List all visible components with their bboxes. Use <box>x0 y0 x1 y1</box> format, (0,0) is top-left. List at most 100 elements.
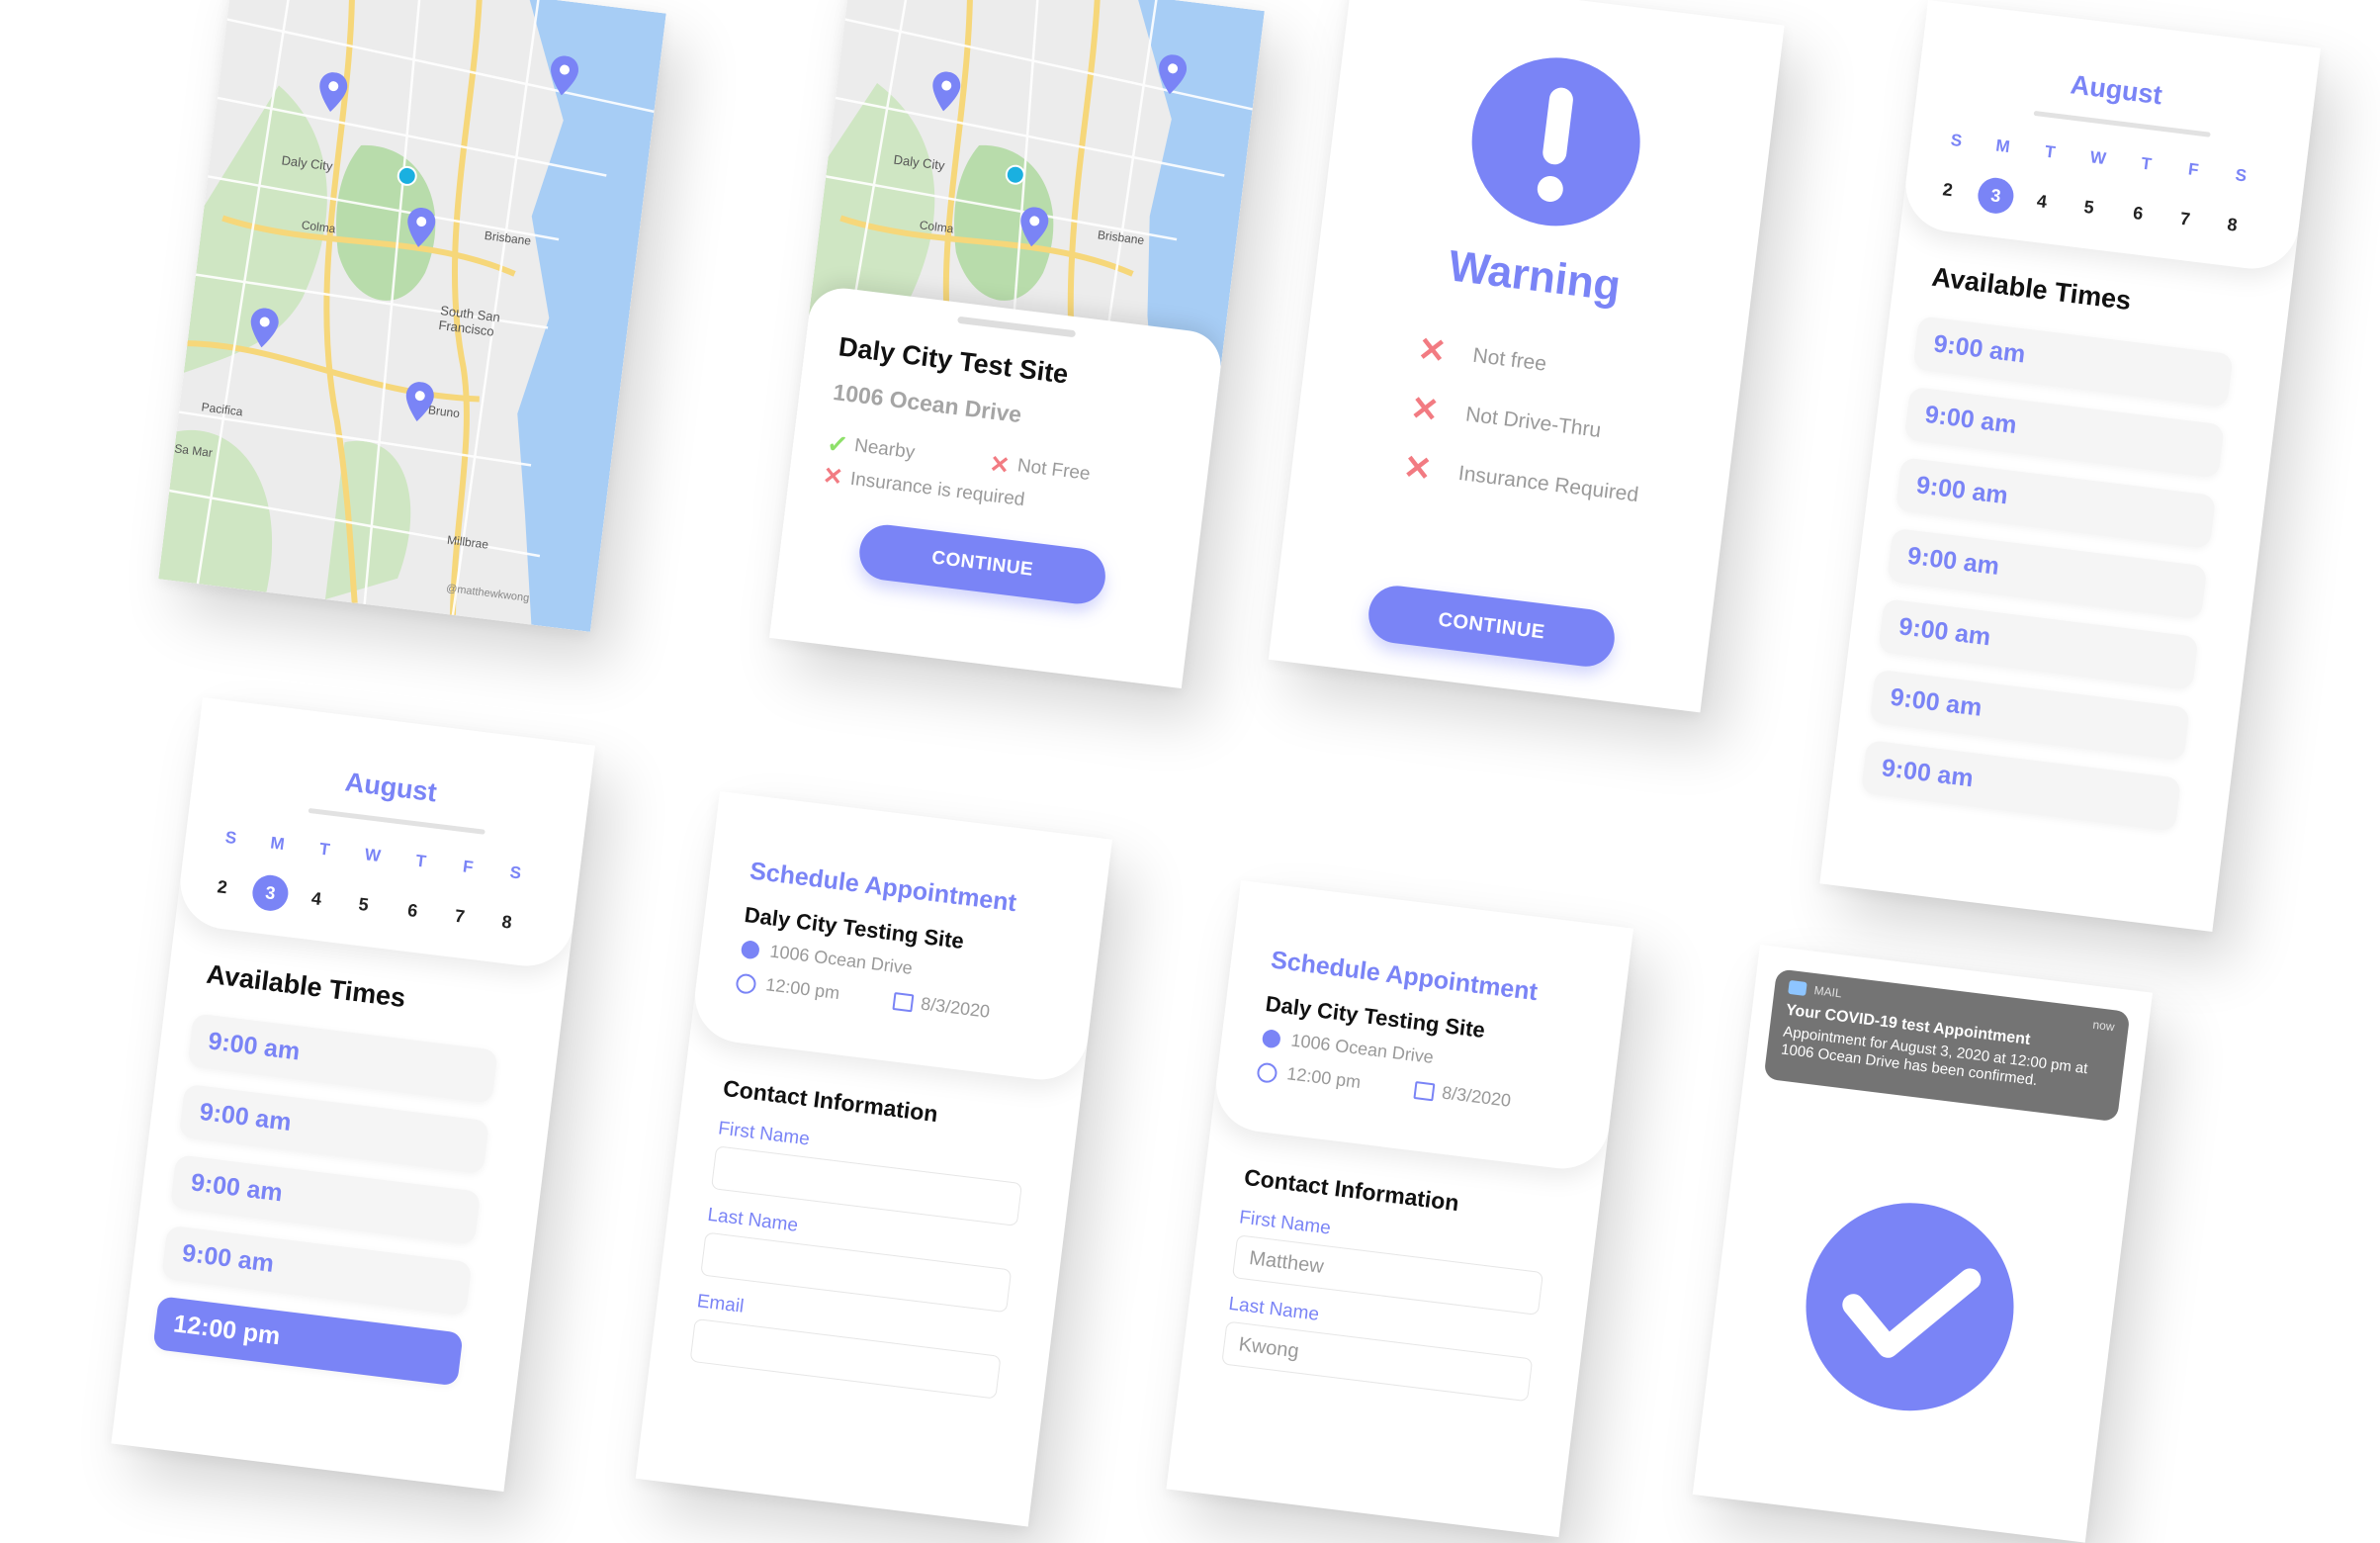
weekday-label: F <box>461 857 475 877</box>
site-address: 1006 Ocean Drive <box>832 378 1023 428</box>
location-pin-icon[interactable] <box>315 70 350 113</box>
day-number[interactable]: 2 <box>1941 179 1954 201</box>
x-icon: ✕ <box>821 462 844 492</box>
location-pin-icon[interactable] <box>1016 206 1051 248</box>
map-canvas <box>158 0 666 632</box>
weekday-label: W <box>2088 147 2107 169</box>
times-title: Available Times <box>1930 261 2133 317</box>
location-pin-icon[interactable] <box>928 70 963 113</box>
site-title: Daly City Test Site <box>837 331 1071 390</box>
day-number[interactable]: 6 <box>2132 203 2144 225</box>
weekday-label: S <box>508 862 523 883</box>
location-pin-icon[interactable] <box>1155 53 1190 96</box>
weekday-label: T <box>2140 153 2153 174</box>
map-screen: Daly City Colma Brisbane South San Franc… <box>158 0 666 632</box>
weekday-label: F <box>2186 159 2200 180</box>
site-bottom-sheet: Daly City Test Site 1006 Ocean Drive ✓ N… <box>768 284 1225 689</box>
contact-title: Contact Information <box>721 1074 939 1128</box>
schedule-address: 1006 Ocean Drive <box>1289 1030 1435 1067</box>
mail-notification[interactable]: MAIL now Your COVID-19 test Appointment … <box>1763 968 2131 1123</box>
times-screen: August S M T W T F S 2 3 4 5 6 7 8 Avail… <box>1819 0 2322 933</box>
weekday-label: M <box>269 833 286 855</box>
continue-button[interactable]: CONTINUE <box>856 521 1109 607</box>
weekday-label: M <box>1994 136 2011 157</box>
schedule-date: 8/3/2020 <box>920 993 992 1022</box>
day-number-selected[interactable]: 3 <box>1976 175 2016 216</box>
schedule-date: 8/3/2020 <box>1441 1082 1513 1111</box>
day-number-selected[interactable]: 3 <box>250 872 291 913</box>
schedule-screen-filled: Schedule Appointment Daly City Testing S… <box>1166 880 1634 1538</box>
calendar-icon <box>1413 1081 1436 1102</box>
location-pin-icon: ⬤ <box>739 937 762 960</box>
clock-icon <box>735 972 757 995</box>
month-label: August <box>2069 69 2164 111</box>
nearby-label: Nearby <box>852 435 917 464</box>
location-pin-icon[interactable] <box>547 54 581 97</box>
weekday-label: T <box>318 839 331 860</box>
last-name-field[interactable]: Kwong <box>1221 1320 1534 1403</box>
warning-item-1: Not free <box>1471 343 1548 376</box>
map[interactable] <box>158 0 666 632</box>
month-underline <box>2033 110 2211 137</box>
last-name-field[interactable] <box>700 1231 1013 1314</box>
x-icon: ✕ <box>1408 389 1442 430</box>
first-name-label: First Name <box>1238 1207 1332 1239</box>
weekday-label: S <box>223 827 238 849</box>
check-icon: ✓ <box>825 427 850 461</box>
last-name-label: Last Name <box>706 1204 800 1236</box>
day-number[interactable]: 7 <box>2179 209 2191 230</box>
x-icon: ✕ <box>1415 330 1449 372</box>
day-number[interactable]: 4 <box>310 888 322 910</box>
location-pin-icon[interactable] <box>403 206 438 248</box>
site-detail-screen: Daly City Colma Brisbane Daly City Test … <box>768 0 1265 689</box>
calendar-icon <box>892 992 915 1013</box>
schedule-time: 12:00 pm <box>764 974 841 1004</box>
weekday-label: S <box>1949 130 1964 151</box>
calendar-card: August S M T W T F S 2 3 4 5 6 7 8 <box>1899 0 2322 275</box>
day-number[interactable]: 4 <box>2036 191 2048 213</box>
exclamation-icon <box>1461 47 1650 236</box>
schedule-address: 1006 Ocean Drive <box>768 941 914 978</box>
weekday-label: T <box>2044 141 2057 162</box>
month-label: August <box>343 767 439 808</box>
day-number[interactable]: 6 <box>406 900 418 922</box>
schedule-header-card: Schedule Appointment Daly City Testing S… <box>689 791 1113 1085</box>
day-number[interactable]: 7 <box>454 906 466 928</box>
mail-icon <box>1788 979 1807 996</box>
location-pin-icon: ⬤ <box>1260 1026 1283 1049</box>
day-number[interactable]: 8 <box>500 912 512 934</box>
day-number[interactable]: 8 <box>2226 215 2238 236</box>
weekday-label: S <box>2234 165 2248 186</box>
day-number[interactable]: 5 <box>357 894 370 916</box>
schedule-time: 12:00 pm <box>1285 1063 1363 1093</box>
warning-screen: Warning ✕ Not free ✕ Not Drive-Thru ✕ In… <box>1268 0 1785 713</box>
contact-title: Contact Information <box>1242 1163 1460 1217</box>
schedule-header-card: Schedule Appointment Daly City Testing S… <box>1210 880 1634 1174</box>
times-screen-selected: August S M T W T F S 2 3 4 5 6 7 8 Avail… <box>111 697 596 1493</box>
schedule-screen-empty: Schedule Appointment Daly City Testing S… <box>635 791 1113 1527</box>
x-icon: ✕ <box>1401 448 1435 490</box>
notification-app: MAIL <box>1812 983 1843 1001</box>
location-pin-icon[interactable] <box>247 307 282 349</box>
weekday-label: W <box>363 845 382 866</box>
day-number[interactable]: 5 <box>2082 197 2095 219</box>
location-pin-icon[interactable] <box>402 380 437 422</box>
calendar-card: August S M T W T F S 2 3 4 5 6 7 8 <box>174 697 596 972</box>
warning-item-3: Insurance Required <box>1456 461 1640 507</box>
warning-title: Warning <box>1446 241 1624 312</box>
last-name-label: Last Name <box>1227 1293 1321 1325</box>
email-label: Email <box>695 1291 746 1317</box>
check-circle-icon <box>1794 1191 2026 1423</box>
times-title: Available Times <box>205 958 407 1014</box>
confirmation-screen: MAIL now Your COVID-19 test Appointment … <box>1692 945 2154 1543</box>
email-field[interactable] <box>689 1317 1002 1400</box>
day-number[interactable]: 2 <box>216 876 228 898</box>
first-name-label: First Name <box>717 1118 811 1150</box>
not-free-label: Not Free <box>1015 455 1092 486</box>
month-underline <box>308 807 485 835</box>
continue-button[interactable]: CONTINUE <box>1365 583 1619 671</box>
weekday-label: T <box>414 851 427 871</box>
sheet-handle[interactable] <box>957 316 1077 338</box>
notification-time: now <box>2091 1017 2116 1035</box>
x-icon: ✕ <box>988 450 1012 481</box>
